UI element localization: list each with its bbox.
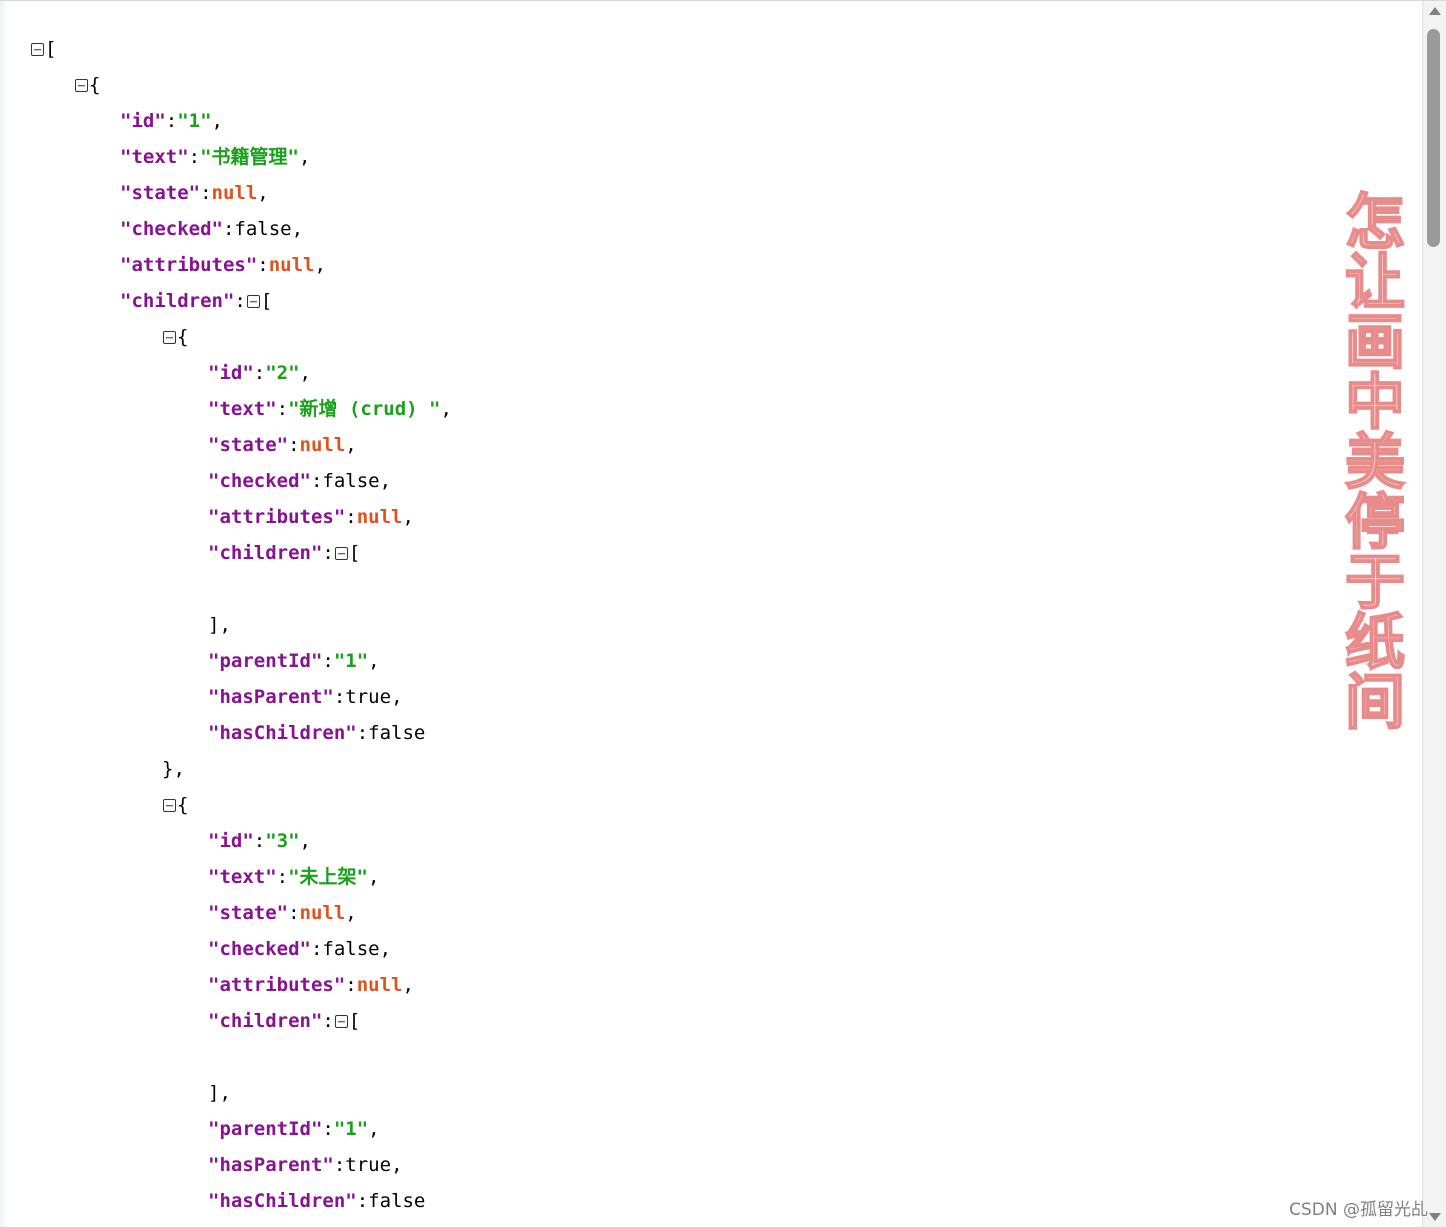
json-key: "hasChildren" [208, 722, 357, 744]
json-row: "checked":false, [208, 470, 392, 492]
json-value: "1" [333, 1118, 369, 1140]
json-row: "id":"1", [120, 110, 223, 132]
json-key: "id" [208, 830, 254, 852]
json-key: "parentId" [208, 650, 323, 672]
json-row: "checked":false, [208, 938, 392, 960]
collapse-toggle-icon[interactable] [246, 295, 260, 308]
collapse-toggle-icon[interactable] [75, 79, 88, 92]
json-key: "hasChildren" [208, 1190, 357, 1212]
json-key: "text" [208, 866, 277, 888]
collapse-toggle-icon[interactable] [334, 547, 348, 560]
json-viewer-page: [ { "id":"1", "text":"书籍管理", "state":nul… [0, 0, 1446, 1227]
json-key: "state" [120, 182, 201, 204]
json-row: "attributes":null, [120, 254, 326, 276]
json-key: "attributes" [208, 974, 346, 996]
json-value: "未上架" [288, 866, 368, 888]
json-key: "state" [208, 434, 289, 456]
json-value: "2" [265, 362, 300, 384]
json-row: "hasChildren":false [208, 722, 426, 744]
json-value: true [345, 686, 392, 708]
json-value: null [356, 506, 403, 528]
json-key: "hasParent" [208, 686, 334, 708]
json-key: "state" [208, 902, 289, 924]
watermark-text: 怎让画中美停于纸间 [1344, 188, 1406, 738]
json-value: "1" [177, 110, 212, 132]
root-array-line: [ [30, 31, 56, 67]
collapse-toggle-icon[interactable] [334, 1015, 348, 1028]
json-key: "checked" [208, 470, 311, 492]
collapse-toggle-icon[interactable] [31, 43, 44, 56]
json-value: "新增 (crud) " [288, 398, 441, 420]
json-row: "state":null, [120, 182, 269, 204]
scrollbar-thumb[interactable] [1427, 29, 1440, 247]
scroll-down-arrow-icon[interactable] [1429, 1213, 1441, 1221]
json-row: "children":[ [208, 542, 361, 564]
vertical-scrollbar[interactable] [1422, 1, 1446, 1227]
json-row: "hasParent":true, [208, 1154, 403, 1176]
json-row: "parentId":"1", [208, 650, 380, 672]
json-key: "checked" [208, 938, 311, 960]
object-close-line: }, [162, 758, 185, 780]
json-key: "children" [120, 290, 235, 312]
json-value: "3" [265, 830, 300, 852]
json-row: "id":"3", [208, 830, 311, 852]
scroll-up-arrow-icon[interactable] [1429, 7, 1441, 15]
json-value: null [211, 182, 258, 204]
json-value: false [368, 1190, 426, 1212]
json-row: "children":[ [208, 1010, 361, 1032]
json-key: "text" [208, 398, 277, 420]
array-close-line: ], [208, 614, 231, 636]
array-close-line: ], [208, 1082, 231, 1104]
json-value: true [345, 1154, 392, 1176]
json-key: "id" [208, 362, 254, 384]
json-key: "text" [120, 146, 189, 168]
json-value: "1" [333, 650, 369, 672]
json-row: "text":"新增 (crud) ", [208, 398, 452, 420]
json-value: null [299, 434, 346, 456]
json-row: "text":"未上架", [208, 866, 380, 888]
json-key: "checked" [120, 218, 223, 240]
json-viewer: [ { "id":"1", "text":"书籍管理", "state":nul… [0, 1, 1422, 1226]
child-object-line: { [162, 319, 188, 355]
json-value: null [356, 974, 403, 996]
root-object-line: { [74, 67, 100, 103]
json-value: false [234, 218, 292, 240]
json-value: false [322, 938, 380, 960]
json-key: "id" [120, 110, 166, 132]
collapse-toggle-icon[interactable] [163, 799, 176, 812]
json-row: "hasParent":true, [208, 686, 403, 708]
collapse-toggle-icon[interactable] [163, 331, 176, 344]
json-key: "children" [208, 542, 323, 564]
json-value: null [299, 902, 346, 924]
json-row: "id":"2", [208, 362, 311, 384]
json-value: false [368, 722, 426, 744]
json-row: "attributes":null, [208, 974, 414, 996]
json-row: "attributes":null, [208, 506, 414, 528]
json-row: "state":null, [208, 434, 357, 456]
json-value: false [322, 470, 380, 492]
json-row: "parentId":"1", [208, 1118, 380, 1140]
json-row: "state":null, [208, 902, 357, 924]
json-row: "checked":false, [120, 218, 304, 240]
json-key: "children" [208, 1010, 323, 1032]
json-key: "parentId" [208, 1118, 323, 1140]
json-value: "书籍管理" [200, 146, 299, 168]
json-row: "hasChildren":false [208, 1190, 426, 1212]
json-key: "attributes" [120, 254, 258, 276]
json-key: "hasParent" [208, 1154, 334, 1176]
csdn-credit: CSDN @孤留光乩 [1289, 1200, 1428, 1220]
json-key: "attributes" [208, 506, 346, 528]
json-value: null [268, 254, 315, 276]
child-object-line: { [162, 787, 188, 823]
json-row: "text":"书籍管理", [120, 146, 311, 168]
json-row: "children":[ [120, 290, 273, 312]
